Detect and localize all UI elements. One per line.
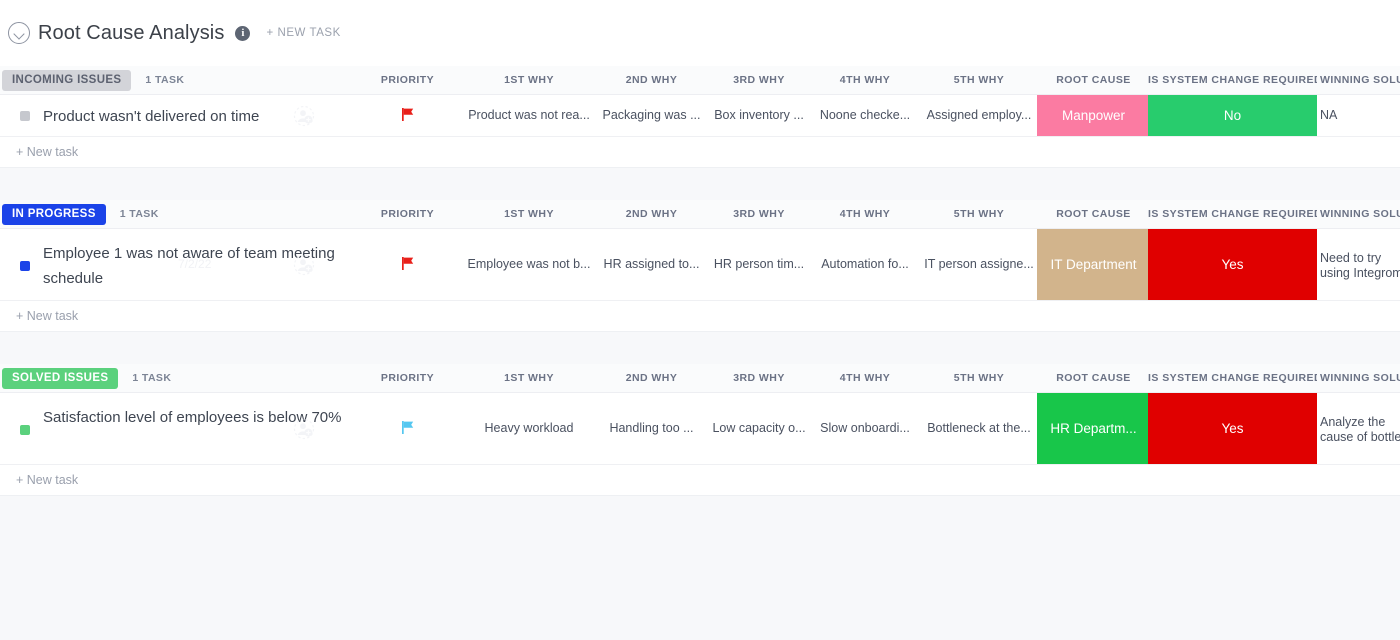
column-header-why5[interactable]: 5TH WHY	[920, 364, 1038, 393]
group-separator	[0, 332, 1400, 364]
task-group: IN PROGRESS 1 TASK PRIORITY 1ST WHY 2ND WHY 3…	[0, 200, 1400, 332]
column-header-why2[interactable]: 2ND WHY	[585, 66, 718, 95]
column-header-why1[interactable]: 1ST WHY	[455, 66, 603, 95]
group-header: INCOMING ISSUES 1 TASK PRIORITY 1ST WHY 2ND …	[0, 66, 1400, 95]
cell-why2[interactable]: HR assigned to...	[585, 257, 718, 271]
cell-why3[interactable]: Low capacity o...	[700, 421, 818, 435]
column-header-why1[interactable]: 1ST WHY	[455, 364, 603, 393]
column-header-why4[interactable]: 4TH WHY	[806, 200, 924, 229]
column-header-winsol[interactable]: WINNING SOLUT	[1320, 66, 1400, 95]
cell-why2[interactable]: Handling too ...	[585, 421, 718, 435]
column-header-syschange[interactable]: IS SYSTEM CHANGE REQUIRED?	[1148, 66, 1317, 95]
cell-system-change-required[interactable]: Yes	[1148, 229, 1317, 300]
group-separator	[0, 168, 1400, 200]
clickup-list-view: Root Cause Analysis i + NEW TASK INCOMIN…	[0, 0, 1400, 640]
new-task-label: + New task	[16, 309, 79, 323]
add-assignee-icon[interactable]	[293, 105, 315, 127]
column-header-syschange[interactable]: IS SYSTEM CHANGE REQUIRED?	[1148, 200, 1317, 229]
cell-winning-solution[interactable]: Need to try using Integroma	[1320, 251, 1400, 281]
due-date[interactable]: 7/2/22	[178, 257, 211, 271]
cell-why5[interactable]: Assigned employ...	[920, 108, 1038, 122]
status-badge[interactable]: INCOMING ISSUES	[2, 69, 132, 91]
cell-why4[interactable]: Automation fo...	[806, 257, 924, 271]
cell-rootcause[interactable]: Manpower	[1037, 95, 1150, 136]
column-header-why3[interactable]: 3RD WHY	[700, 66, 818, 95]
task-status-dot[interactable]	[20, 111, 30, 121]
chevron-down-circle-icon[interactable]	[8, 22, 30, 44]
cell-why3[interactable]: HR person tim...	[700, 257, 818, 271]
new-task-row[interactable]: + New task	[0, 465, 1400, 496]
new-task-label: + New task	[16, 473, 79, 487]
page-title: Root Cause Analysis	[38, 21, 225, 44]
task-group: INCOMING ISSUES 1 TASK PRIORITY 1ST WHY 2ND …	[0, 66, 1400, 168]
column-header-why2[interactable]: 2ND WHY	[585, 364, 718, 393]
column-header-why1[interactable]: 1ST WHY	[455, 200, 603, 229]
new-task-label: + New task	[16, 145, 79, 159]
new-task-row[interactable]: + New task	[0, 137, 1400, 168]
task-count: 1 TASK	[145, 74, 185, 86]
cell-system-change-required[interactable]: No	[1148, 95, 1317, 136]
cell-rootcause[interactable]: HR Departm...	[1037, 393, 1150, 464]
table-row[interactable]: Employee 1 was not aware of team meeting…	[0, 229, 1400, 301]
new-task-header-button[interactable]: + NEW TASK	[266, 27, 340, 39]
table-row[interactable]: Satisfaction level of employees is below…	[0, 393, 1400, 465]
new-task-row[interactable]: + New task	[0, 301, 1400, 332]
column-header-why5[interactable]: 5TH WHY	[920, 200, 1038, 229]
column-header-why4[interactable]: 4TH WHY	[806, 66, 924, 95]
task-count: 1 TASK	[119, 208, 159, 220]
table-row[interactable]: Product wasn't delivered on time Product …	[0, 95, 1400, 137]
info-icon[interactable]: i	[235, 25, 251, 41]
cell-winning-solution[interactable]: Analyze the cause of bottle	[1320, 415, 1400, 445]
column-header-rootcause[interactable]: ROOT CAUSE	[1037, 364, 1150, 393]
task-board: INCOMING ISSUES 1 TASK PRIORITY 1ST WHY 2ND …	[0, 66, 1400, 640]
cell-why3[interactable]: Box inventory ...	[700, 108, 818, 122]
task-count: 1 TASK	[132, 372, 172, 384]
cell-rootcause[interactable]: IT Department	[1037, 229, 1150, 300]
cell-why5[interactable]: Bottleneck at the...	[920, 421, 1038, 435]
column-header-why5[interactable]: 5TH WHY	[920, 66, 1038, 95]
cell-why2[interactable]: Packaging was ...	[585, 108, 718, 122]
column-header-rootcause[interactable]: ROOT CAUSE	[1037, 66, 1150, 95]
status-badge[interactable]: SOLVED ISSUES	[2, 367, 119, 389]
group-header: SOLVED ISSUES 1 TASK PRIORITY 1ST WHY 2ND WH…	[0, 364, 1400, 393]
column-header-winsol[interactable]: WINNING SOLUT	[1320, 200, 1400, 229]
cell-why1[interactable]: Employee was not b...	[455, 257, 603, 271]
task-group: SOLVED ISSUES 1 TASK PRIORITY 1ST WHY 2ND WH…	[0, 364, 1400, 496]
group-header: IN PROGRESS 1 TASK PRIORITY 1ST WHY 2ND WHY 3…	[0, 200, 1400, 229]
column-header-why3[interactable]: 3RD WHY	[700, 364, 818, 393]
column-header-why2[interactable]: 2ND WHY	[585, 200, 718, 229]
cell-why5[interactable]: IT person assigne...	[920, 257, 1038, 271]
add-assignee-icon[interactable]	[293, 254, 315, 276]
column-header-why3[interactable]: 3RD WHY	[700, 200, 818, 229]
column-header-syschange[interactable]: IS SYSTEM CHANGE REQUIRED?	[1148, 364, 1317, 393]
cell-winning-solution[interactable]: NA	[1320, 108, 1400, 123]
column-header-winsol[interactable]: WINNING SOLUT	[1320, 364, 1400, 393]
column-header-rootcause[interactable]: ROOT CAUSE	[1037, 200, 1150, 229]
add-assignee-icon[interactable]	[293, 418, 315, 440]
cell-why4[interactable]: Noone checke...	[806, 108, 924, 122]
task-status-dot[interactable]	[20, 261, 30, 271]
page-header: Root Cause Analysis i + NEW TASK	[0, 0, 1400, 66]
task-status-dot[interactable]	[20, 425, 30, 435]
status-badge[interactable]: IN PROGRESS	[2, 203, 106, 225]
cell-why1[interactable]: Product was not rea...	[455, 108, 603, 122]
cell-system-change-required[interactable]: Yes	[1148, 393, 1317, 464]
cell-why4[interactable]: Slow onboardi...	[806, 421, 924, 435]
column-header-why4[interactable]: 4TH WHY	[806, 364, 924, 393]
cell-why1[interactable]: Heavy workload	[455, 421, 603, 435]
